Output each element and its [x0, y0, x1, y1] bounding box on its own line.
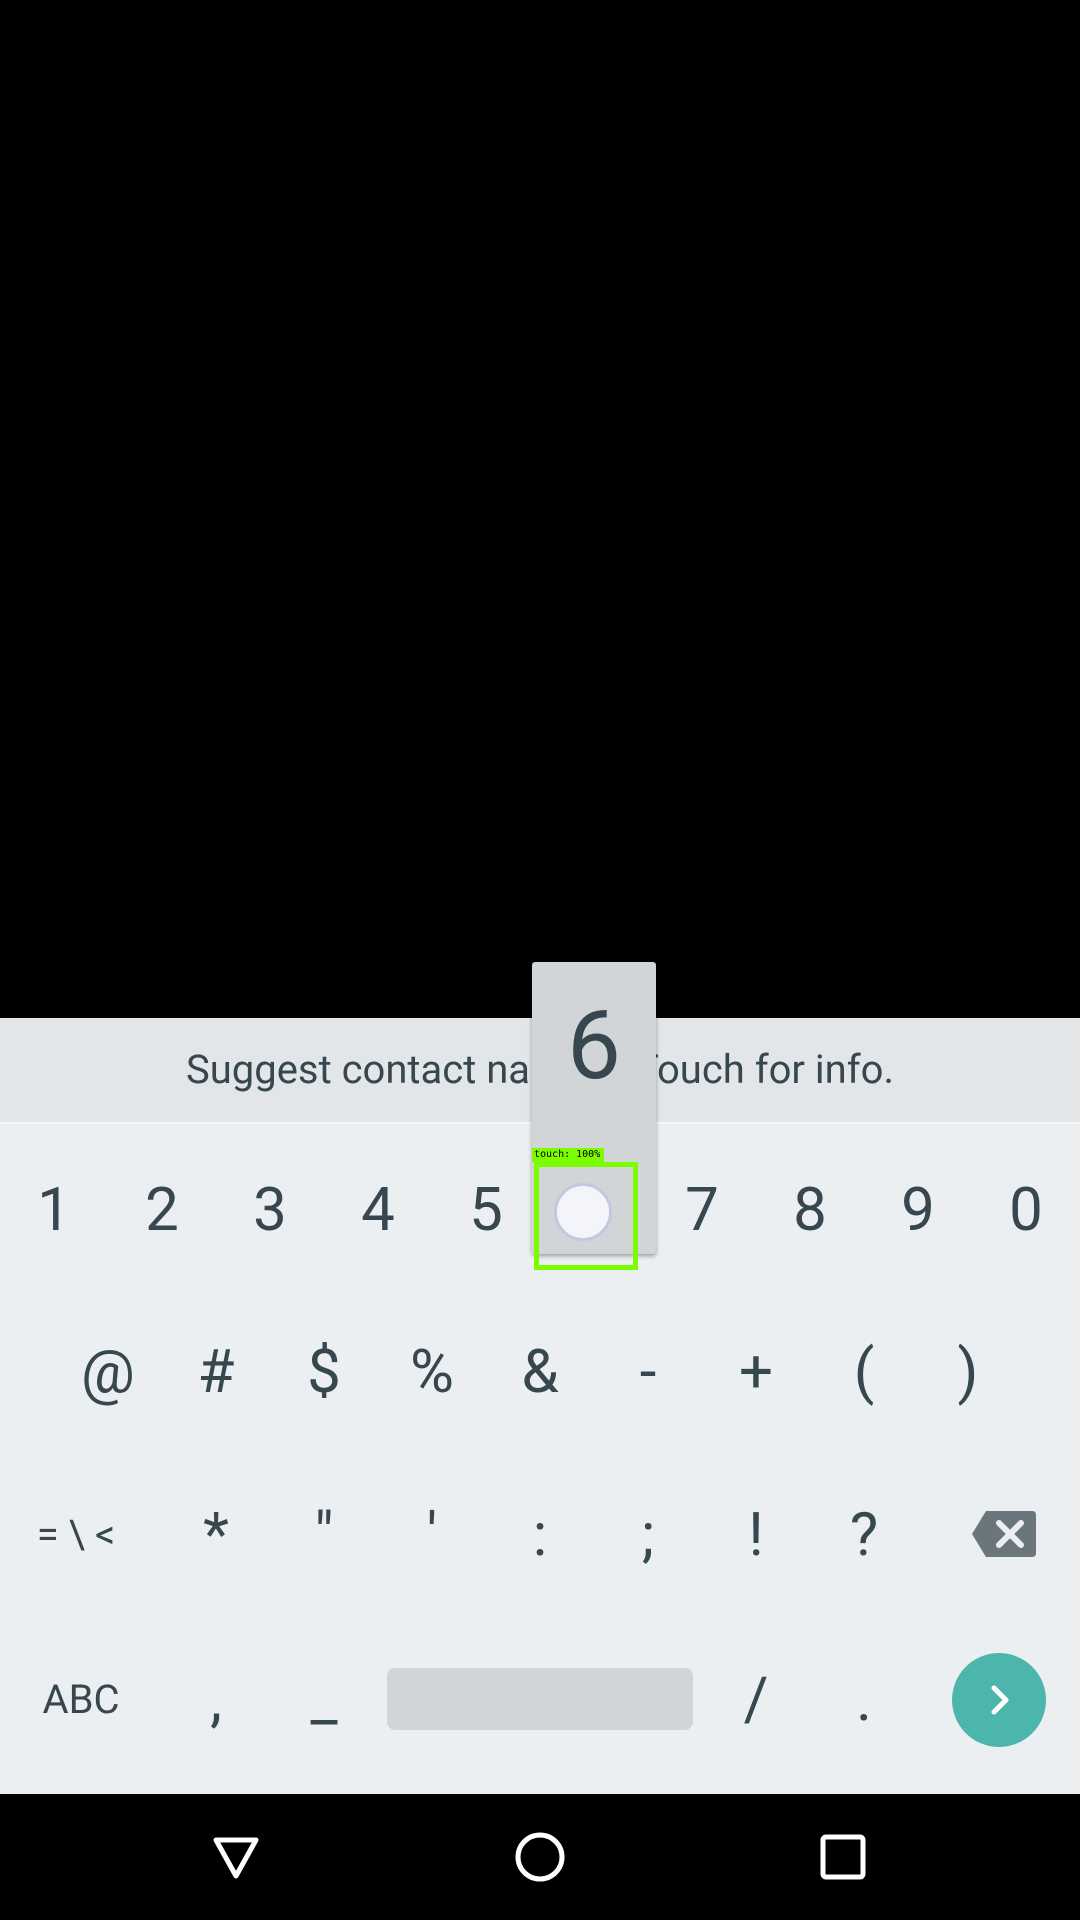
square-recents-icon: [820, 1834, 866, 1880]
circle-home-icon: [515, 1832, 565, 1882]
key-2[interactable]: 2: [128, 1160, 196, 1258]
key-close-paren[interactable]: ): [928, 1322, 1008, 1420]
navigation-bar: [0, 1794, 1080, 1920]
space-bar[interactable]: [387, 1668, 693, 1730]
key-question[interactable]: ?: [824, 1485, 904, 1583]
nav-home-button[interactable]: [480, 1794, 600, 1920]
key-preview-char: 6: [567, 990, 621, 1102]
key-comma[interactable]: ,: [176, 1650, 256, 1748]
key-abc[interactable]: ABC: [20, 1650, 142, 1748]
nav-back-button[interactable]: [176, 1794, 296, 1920]
key-at[interactable]: @: [68, 1322, 148, 1420]
key-more-symbols[interactable]: = \ <: [20, 1485, 132, 1583]
key-exclamation[interactable]: !: [716, 1485, 796, 1583]
key-single-quote[interactable]: ': [392, 1485, 472, 1583]
key-slash[interactable]: /: [716, 1650, 796, 1748]
key-percent[interactable]: %: [392, 1322, 472, 1420]
app-content-area: [0, 0, 1080, 1018]
key-9[interactable]: 9: [884, 1160, 952, 1258]
backspace-icon[interactable]: [972, 1511, 1036, 1557]
key-open-paren[interactable]: (: [824, 1322, 904, 1420]
key-dollar[interactable]: $: [284, 1322, 364, 1420]
key-ampersand[interactable]: &: [500, 1322, 580, 1420]
key-4[interactable]: 4: [344, 1160, 412, 1258]
touch-indicator-label: touch: 100%: [532, 1148, 604, 1162]
key-asterisk[interactable]: *: [176, 1485, 256, 1583]
key-underscore[interactable]: _: [284, 1650, 364, 1748]
touch-point-dot: [554, 1183, 612, 1241]
key-plus[interactable]: +: [716, 1322, 796, 1420]
key-minus[interactable]: -: [608, 1322, 688, 1420]
enter-button[interactable]: [952, 1653, 1046, 1747]
key-5[interactable]: 5: [452, 1160, 520, 1258]
key-7[interactable]: 7: [668, 1160, 736, 1258]
key-0[interactable]: 0: [992, 1160, 1060, 1258]
key-colon[interactable]: :: [500, 1485, 580, 1583]
key-period[interactable]: .: [824, 1650, 904, 1748]
key-8[interactable]: 8: [776, 1160, 844, 1258]
triangle-back-icon: [213, 1837, 259, 1879]
key-3[interactable]: 3: [236, 1160, 304, 1258]
key-semicolon[interactable]: ;: [608, 1485, 688, 1583]
chevron-right-icon: [991, 1685, 1009, 1715]
key-1[interactable]: 1: [20, 1160, 88, 1258]
key-hash[interactable]: #: [176, 1322, 256, 1420]
nav-recents-button[interactable]: [783, 1794, 903, 1920]
key-double-quote[interactable]: ": [284, 1485, 364, 1583]
